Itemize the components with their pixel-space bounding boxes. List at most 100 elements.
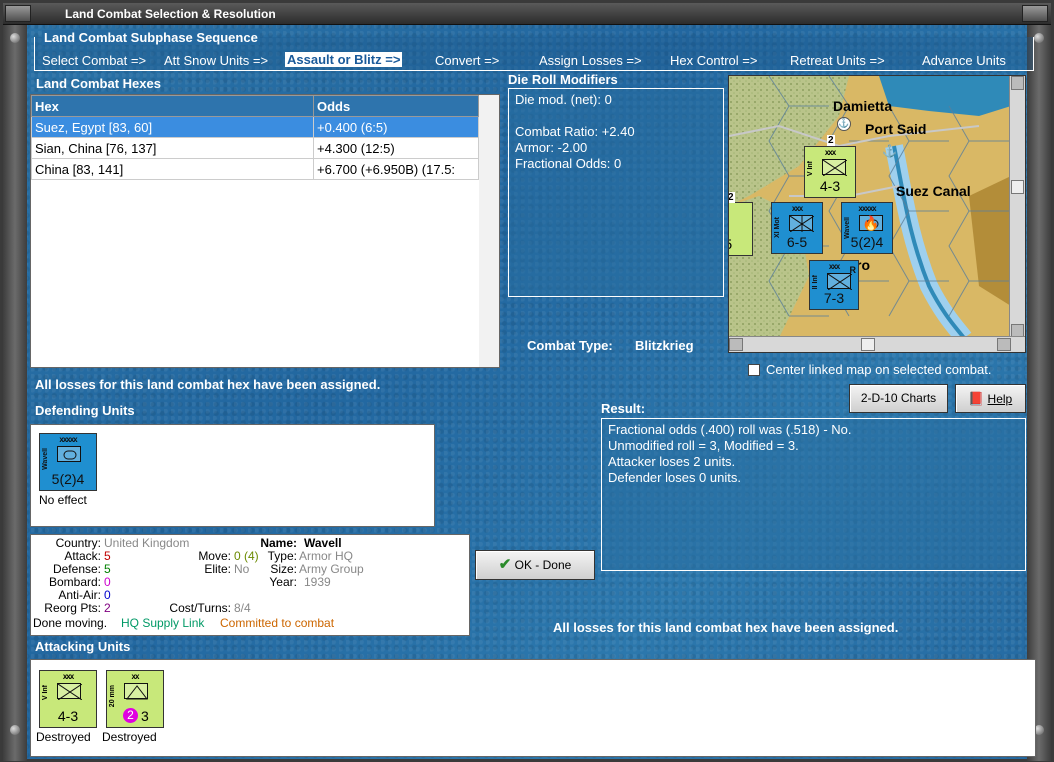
table-row[interactable]: Sian, China [76, 137] +4.300 (12:5) bbox=[31, 137, 479, 159]
infantry-symbol-icon bbox=[827, 273, 853, 291]
unit-status: Destroyed bbox=[102, 730, 157, 744]
strength-badge: 2 bbox=[123, 708, 138, 723]
combat-window: Land Combat Selection & Resolution Land … bbox=[0, 0, 1054, 762]
unit-info-panel: Country: United Kingdom Attack: 5 Defens… bbox=[30, 534, 470, 636]
window-title: Land Combat Selection & Resolution bbox=[65, 7, 276, 21]
help-book-icon: 📕 bbox=[968, 391, 985, 406]
map-counter-ii-inf[interactable]: xxx II Inf R 7-3 bbox=[809, 260, 859, 310]
infantry-symbol-icon bbox=[57, 683, 83, 701]
reorg-value: 2 bbox=[104, 601, 111, 615]
left-frame-rail bbox=[3, 25, 27, 761]
unit-status: No effect bbox=[39, 493, 87, 507]
result-line: Unmodified roll = 3, Modified = 3. bbox=[608, 438, 799, 453]
result-box: Fractional odds (.400) roll was (.518) -… bbox=[601, 418, 1026, 571]
linked-map[interactable]: Damietta Port Said Suez Canal ro ⚓ ⚓ -5 … bbox=[728, 75, 1026, 353]
checkmark-icon: ✔ bbox=[498, 556, 512, 573]
drm-line: Armor: -2.00 bbox=[515, 140, 588, 155]
drm-title: Die Roll Modifiers bbox=[508, 72, 618, 87]
map-counter-xi-mot[interactable]: xxx XI Mot 6-5 bbox=[771, 202, 823, 254]
step-att-snow-units[interactable]: Att Snow Units => bbox=[164, 53, 268, 68]
map-label-suez-canal: Suez Canal bbox=[896, 183, 971, 199]
unit-status: Destroyed bbox=[36, 730, 91, 744]
motorized-symbol-icon bbox=[789, 215, 815, 233]
defending-counter-wavell[interactable]: xxxxx Wavell 5(2)4 bbox=[39, 433, 97, 491]
step-assign-losses[interactable]: Assign Losses => bbox=[539, 53, 642, 68]
step-advance-units[interactable]: Advance Units bbox=[922, 53, 1006, 68]
map-counter-v-inf[interactable]: xxx V Inf 4-3 bbox=[804, 146, 856, 198]
col-odds[interactable]: Odds bbox=[313, 95, 479, 117]
odds-cell: +6.700 (+6.950B) (17.5: bbox=[313, 158, 479, 180]
right-frame-rail bbox=[1027, 25, 1051, 761]
hex-cell: Sian, China [76, 137] bbox=[31, 137, 314, 159]
anchor-icon: ⚓ bbox=[882, 144, 897, 158]
losses-assigned-message: All losses for this land combat hex have… bbox=[35, 377, 381, 392]
table-row[interactable]: Suez, Egypt [83, 60] +0.400 (6:5) bbox=[31, 116, 479, 138]
result-line: Defender loses 0 units. bbox=[608, 470, 741, 485]
step-retreat-units[interactable]: Retreat Units => bbox=[790, 53, 885, 68]
supply-status: HQ Supply Link bbox=[121, 616, 205, 630]
frame-stud bbox=[1034, 33, 1044, 43]
drm-line: Fractional Odds: 0 bbox=[515, 156, 622, 171]
port-icon: ⚓ bbox=[837, 117, 851, 131]
title-bar: Land Combat Selection & Resolution bbox=[3, 3, 1051, 25]
defending-units-panel: xxxxx Wavell 5(2)4 No effect bbox=[30, 424, 435, 527]
armor-hq-symbol-icon bbox=[57, 446, 81, 462]
ok-done-button[interactable]: ✔ OK - Done bbox=[475, 550, 595, 580]
defending-units-title: Defending Units bbox=[35, 403, 135, 418]
col-hex[interactable]: Hex bbox=[31, 95, 314, 117]
hex-cell: Suez, Egypt [83, 60] bbox=[31, 116, 314, 138]
hexes-scrollbar[interactable] bbox=[479, 95, 499, 367]
scroll-up-arrow-icon[interactable] bbox=[1011, 76, 1024, 90]
map-label-port-said: Port Said bbox=[865, 121, 927, 137]
frame-stud bbox=[10, 725, 20, 735]
stack-count: 2 bbox=[827, 135, 835, 146]
losses-assigned-message-bottom: All losses for this land combat hex have… bbox=[553, 620, 899, 635]
cost-value: 8/4 bbox=[234, 601, 251, 615]
combat-type-value: Blitzkrieg bbox=[635, 338, 694, 353]
scroll-thumb[interactable] bbox=[1011, 180, 1024, 194]
committed-status: Committed to combat bbox=[220, 616, 335, 630]
drm-line: Combat Ratio: +2.40 bbox=[515, 124, 635, 139]
step-convert[interactable]: Convert => bbox=[435, 53, 499, 68]
subphase-sequence-title: Land Combat Subphase Sequence bbox=[42, 30, 260, 45]
attacking-counter-20mm[interactable]: xx 20 mm 2 3 bbox=[106, 670, 164, 728]
hexes-title: Land Combat Hexes bbox=[36, 76, 161, 91]
table-row[interactable]: China [83, 141] +6.700 (+6.950B) (17.5: bbox=[31, 158, 479, 180]
odds-cell: +4.300 (12:5) bbox=[313, 137, 479, 159]
map-vertical-scrollbar[interactable] bbox=[1009, 76, 1025, 338]
attacking-units-title: Attacking Units bbox=[35, 639, 131, 654]
map-counter[interactable]: -5 bbox=[729, 202, 753, 256]
step-hex-control[interactable]: Hex Control => bbox=[670, 53, 757, 68]
map-label-damietta: Damietta bbox=[833, 98, 893, 114]
map-counter-wavell[interactable]: xxxxx Wavell 🔥 5(2)4 bbox=[841, 202, 893, 254]
drm-line bbox=[515, 108, 717, 124]
step-select-combat[interactable]: Select Combat => bbox=[42, 53, 146, 68]
attacking-counter-v-inf[interactable]: xxx V Inf 4-3 bbox=[39, 670, 97, 728]
charts-button[interactable]: 2-D-10 Charts bbox=[849, 384, 948, 413]
attacking-units-panel: xxx V Inf 4-3 Destroyed xx 20 mm 2 3 Des… bbox=[30, 659, 1036, 757]
help-button[interactable]: 📕 Help bbox=[955, 384, 1026, 413]
center-map-checkbox[interactable] bbox=[748, 364, 760, 376]
done-moving-text: Done moving. bbox=[33, 616, 108, 630]
combat-fire-icon: 🔥 bbox=[862, 215, 880, 231]
system-menu-button[interactable] bbox=[5, 5, 31, 22]
odds-cell: +0.400 (6:5) bbox=[313, 116, 479, 138]
combat-hexes-table: Hex Odds Suez, Egypt [83, 60] +0.400 (6:… bbox=[30, 94, 500, 368]
scroll-right-arrow-icon[interactable] bbox=[997, 338, 1011, 351]
drm-line: Die mod. (net): 0 bbox=[515, 92, 612, 107]
year-value: 1939 bbox=[304, 575, 331, 589]
hex-cell: China [83, 141] bbox=[31, 158, 314, 180]
scroll-left-arrow-icon[interactable] bbox=[729, 338, 743, 351]
result-title: Result: bbox=[601, 401, 646, 416]
scroll-thumb[interactable] bbox=[861, 338, 875, 351]
combat-type-label: Combat Type: bbox=[527, 338, 613, 353]
antiair-symbol-icon bbox=[124, 683, 149, 700]
step-assault-or-blitz[interactable]: Assault or Blitz => bbox=[285, 52, 403, 67]
center-map-label[interactable]: Center linked map on selected combat. bbox=[766, 362, 991, 377]
die-roll-modifiers-box: Die mod. (net): 0 Combat Ratio: +2.40 Ar… bbox=[508, 88, 724, 297]
map-horizontal-scrollbar[interactable] bbox=[729, 336, 1025, 352]
stack-count: 2 bbox=[728, 192, 735, 203]
result-line: Fractional odds (.400) roll was (.518) -… bbox=[608, 422, 852, 437]
close-button[interactable] bbox=[1022, 5, 1048, 22]
country-value: United Kingdom bbox=[104, 536, 190, 550]
